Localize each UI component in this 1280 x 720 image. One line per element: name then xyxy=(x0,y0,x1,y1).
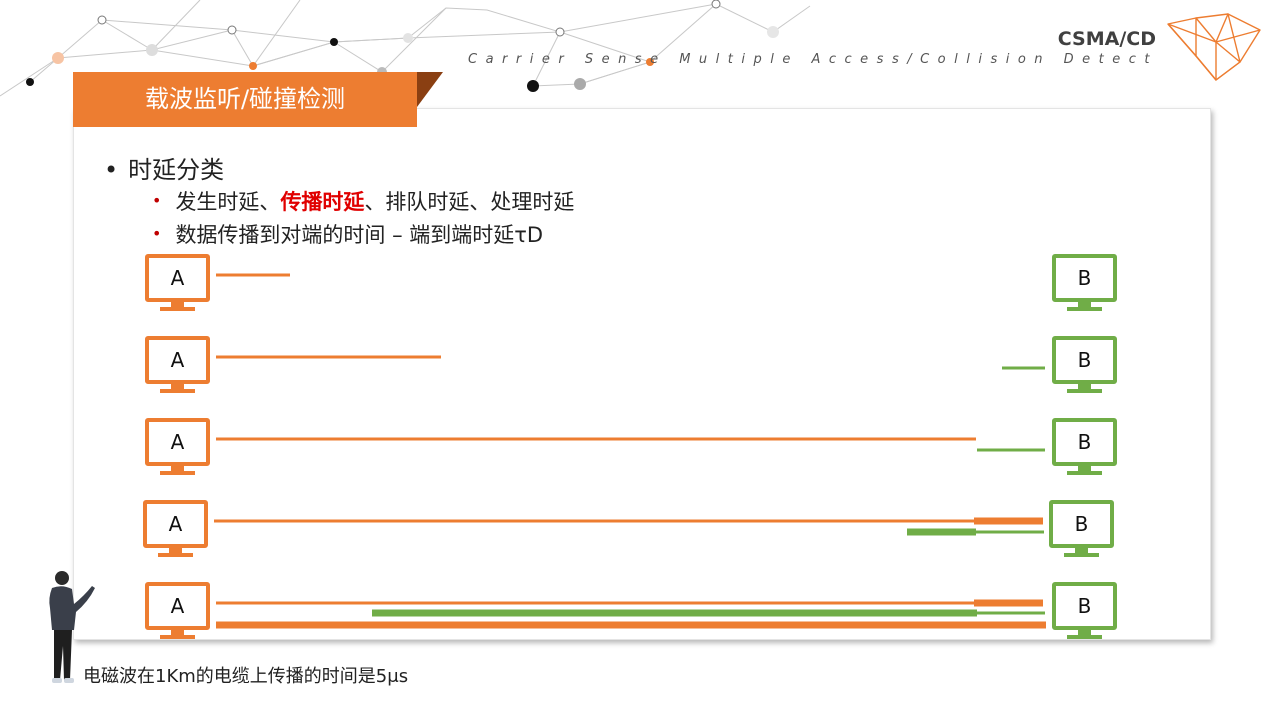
brand-subtitle: Carrier Sense Multiple Access/Collision … xyxy=(468,52,1158,67)
bullet-dot: • xyxy=(104,156,119,184)
host-a-label: A xyxy=(145,336,210,384)
host-b-monitor-2: B xyxy=(1052,336,1118,393)
host-b-monitor-1: B xyxy=(1052,254,1118,311)
host-a-monitor-1: A xyxy=(145,254,211,311)
bullet-delay-types: • 发生时延、传播时延、排队时延、处理时延 xyxy=(152,186,574,216)
polygon-fox-logo-icon xyxy=(1167,13,1261,81)
delay-types-highlight: 传播时延 xyxy=(280,190,365,214)
delay-types-after: 、排队时延、处理时延 xyxy=(364,190,575,214)
host-a-label: A xyxy=(145,582,210,630)
host-b-label: B xyxy=(1052,254,1117,302)
footnote-propagation-speed: 电磁波在1Km的电缆上传播的时间是5μs xyxy=(83,666,409,687)
bullet-main-text: 时延分类 xyxy=(128,156,225,184)
bullet-dot: • xyxy=(152,191,162,210)
bullet-dot: • xyxy=(152,224,162,243)
delay-types-before: 发生时延、 xyxy=(175,190,281,214)
host-b-label: B xyxy=(1052,418,1117,466)
host-a-label: A xyxy=(145,254,210,302)
host-a-label: A xyxy=(143,500,208,548)
bullet-end-to-end-delay: • 数据传播到对端的时间 – 端到端时延τD xyxy=(152,219,543,249)
host-b-monitor-4: B xyxy=(1049,500,1115,557)
slide-title: 载波监听/碰撞检测 xyxy=(73,72,417,127)
bullet-delay-classification: • 时延分类 xyxy=(104,150,224,185)
host-a-label: A xyxy=(145,418,210,466)
host-b-monitor-3: B xyxy=(1052,418,1118,475)
end-to-end-delay-text: 数据传播到对端的时间 – 端到端时延τD xyxy=(175,223,544,247)
host-b-monitor-5: B xyxy=(1052,582,1118,639)
host-b-label: B xyxy=(1049,500,1114,548)
host-a-monitor-5: A xyxy=(145,582,211,639)
host-a-monitor-2: A xyxy=(145,336,211,393)
host-a-monitor-4: A xyxy=(143,500,209,557)
title-banner-fold xyxy=(417,72,443,107)
host-b-label: B xyxy=(1052,336,1117,384)
host-a-monitor-3: A xyxy=(145,418,211,475)
host-b-label: B xyxy=(1052,582,1117,630)
brand-title: CSMA/CD xyxy=(1057,28,1156,50)
